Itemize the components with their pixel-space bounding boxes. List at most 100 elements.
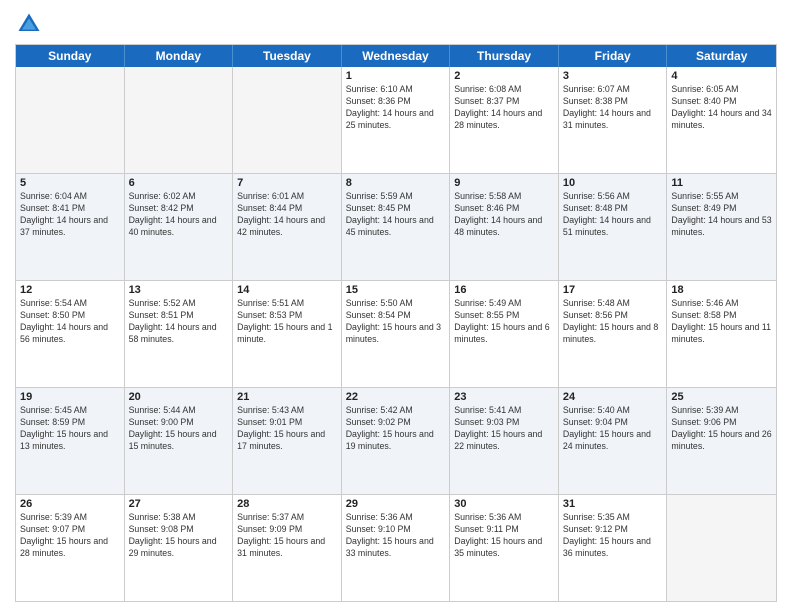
calendar-row: 1Sunrise: 6:10 AMSunset: 8:36 PMDaylight…: [16, 67, 776, 174]
cell-info: Sunrise: 6:02 AMSunset: 8:42 PMDaylight:…: [129, 191, 229, 239]
weekday-header: Sunday: [16, 45, 125, 67]
cell-info: Sunrise: 6:01 AMSunset: 8:44 PMDaylight:…: [237, 191, 337, 239]
calendar-cell: 14 Sunrise: 5:51 AMSunset: 8:53 PMDayligh…: [233, 281, 342, 387]
cell-info: Sunrise: 6:08 AMSunset: 8:37 PMDaylight:…: [454, 84, 554, 132]
calendar-cell: 30Sunrise: 5:36 AMSunset: 9:11 PMDayligh…: [450, 495, 559, 601]
day-number: 19: [20, 391, 120, 403]
cell-info: Sunrise: 5:52 AMSunset: 8:51 PMDaylight:…: [129, 298, 229, 346]
calendar-cell: 2 Sunrise: 6:08 AMSunset: 8:37 PMDaylight…: [450, 67, 559, 173]
day-number: 24: [563, 391, 663, 403]
weekday-header: Tuesday: [233, 45, 342, 67]
cell-info: Sunrise: 5:39 AMSunset: 9:06 PMDaylight:…: [671, 405, 772, 453]
cell-info: Sunrise: 5:42 AMSunset: 9:02 PMDaylight:…: [346, 405, 446, 453]
cell-info: Sunrise: 5:51 AMSunset: 8:53 PMDaylight:…: [237, 298, 337, 346]
calendar-cell: 26Sunrise: 5:39 AMSunset: 9:07 PMDayligh…: [16, 495, 125, 601]
cell-info: Sunrise: 5:55 AMSunset: 8:49 PMDaylight:…: [671, 191, 772, 239]
page: SundayMondayTuesdayWednesdayThursdayFrid…: [0, 0, 792, 612]
calendar-cell: 13 Sunrise: 5:52 AMSunset: 8:51 PMDayligh…: [125, 281, 234, 387]
calendar-cell: 3 Sunrise: 6:07 AMSunset: 8:38 PMDaylight…: [559, 67, 668, 173]
day-number: 14: [237, 284, 337, 296]
day-number: 31: [563, 498, 663, 510]
calendar-cell: 29 Sunrise: 5:36 AMSunset: 9:10 PMDayligh…: [342, 495, 451, 601]
day-number: 23: [454, 391, 554, 403]
calendar-cell: 21 Sunrise: 5:43 AMSunset: 9:01 PMDayligh…: [233, 388, 342, 494]
calendar-cell: 11Sunrise: 5:55 AMSunset: 8:49 PMDayligh…: [667, 174, 776, 280]
calendar-cell: 27 Sunrise: 5:38 AMSunset: 9:08 PMDayligh…: [125, 495, 234, 601]
day-number: 3: [563, 70, 663, 82]
cell-info: Sunrise: 5:45 AMSunset: 8:59 PMDaylight:…: [20, 405, 120, 453]
cell-info: Sunrise: 5:38 AMSunset: 9:08 PMDaylight:…: [129, 512, 229, 560]
day-number: 17: [563, 284, 663, 296]
logo-icon: [15, 10, 43, 38]
calendar: SundayMondayTuesdayWednesdayThursdayFrid…: [15, 44, 777, 602]
day-number: 28: [237, 498, 337, 510]
calendar-cell: [233, 67, 342, 173]
day-number: 21: [237, 391, 337, 403]
cell-info: Sunrise: 5:41 AMSunset: 9:03 PMDaylight:…: [454, 405, 554, 453]
calendar-cell: 22 Sunrise: 5:42 AMSunset: 9:02 PMDayligh…: [342, 388, 451, 494]
cell-info: Sunrise: 5:35 AMSunset: 9:12 PMDaylight:…: [563, 512, 663, 560]
day-number: 10: [563, 177, 663, 189]
day-number: 18: [671, 284, 772, 296]
calendar-cell: 16Sunrise: 5:49 AMSunset: 8:55 PMDayligh…: [450, 281, 559, 387]
logo: [15, 10, 47, 38]
cell-info: Sunrise: 5:59 AMSunset: 8:45 PMDaylight:…: [346, 191, 446, 239]
cell-info: Sunrise: 5:36 AMSunset: 9:10 PMDaylight:…: [346, 512, 446, 560]
calendar-cell: 24 Sunrise: 5:40 AMSunset: 9:04 PMDayligh…: [559, 388, 668, 494]
calendar-cell: 17 Sunrise: 5:48 AMSunset: 8:56 PMDayligh…: [559, 281, 668, 387]
cell-info: Sunrise: 5:50 AMSunset: 8:54 PMDaylight:…: [346, 298, 446, 346]
calendar-cell: 1Sunrise: 6:10 AMSunset: 8:36 PMDaylight…: [342, 67, 451, 173]
calendar-cell: 7 Sunrise: 6:01 AMSunset: 8:44 PMDaylight…: [233, 174, 342, 280]
day-number: 29: [346, 498, 446, 510]
weekday-header: Thursday: [450, 45, 559, 67]
day-number: 15: [346, 284, 446, 296]
day-number: 9: [454, 177, 554, 189]
cell-info: Sunrise: 5:43 AMSunset: 9:01 PMDaylight:…: [237, 405, 337, 453]
day-number: 25: [671, 391, 772, 403]
calendar-cell: [125, 67, 234, 173]
day-number: 7: [237, 177, 337, 189]
cell-info: Sunrise: 6:10 AMSunset: 8:36 PMDaylight:…: [346, 84, 446, 132]
cell-info: Sunrise: 5:54 AMSunset: 8:50 PMDaylight:…: [20, 298, 120, 346]
day-number: 4: [671, 70, 772, 82]
cell-info: Sunrise: 5:37 AMSunset: 9:09 PMDaylight:…: [237, 512, 337, 560]
cell-info: Sunrise: 5:48 AMSunset: 8:56 PMDaylight:…: [563, 298, 663, 346]
header: [15, 10, 777, 38]
calendar-cell: 25 Sunrise: 5:39 AMSunset: 9:06 PMDayligh…: [667, 388, 776, 494]
day-number: 27: [129, 498, 229, 510]
day-number: 13: [129, 284, 229, 296]
calendar-body: 1Sunrise: 6:10 AMSunset: 8:36 PMDaylight…: [16, 67, 776, 601]
cell-info: Sunrise: 5:39 AMSunset: 9:07 PMDaylight:…: [20, 512, 120, 560]
day-number: 2: [454, 70, 554, 82]
calendar-cell: 18 Sunrise: 5:46 AMSunset: 8:58 PMDayligh…: [667, 281, 776, 387]
calendar-cell: 23 Sunrise: 5:41 AMSunset: 9:03 PMDayligh…: [450, 388, 559, 494]
day-number: 30: [454, 498, 554, 510]
calendar-cell: 20Sunrise: 5:44 AMSunset: 9:00 PMDayligh…: [125, 388, 234, 494]
calendar-cell: 31 Sunrise: 5:35 AMSunset: 9:12 PMDayligh…: [559, 495, 668, 601]
calendar-cell: [16, 67, 125, 173]
calendar-cell: 15 Sunrise: 5:50 AMSunset: 8:54 PMDayligh…: [342, 281, 451, 387]
cell-info: Sunrise: 6:07 AMSunset: 8:38 PMDaylight:…: [563, 84, 663, 132]
day-number: 6: [129, 177, 229, 189]
cell-info: Sunrise: 5:56 AMSunset: 8:48 PMDaylight:…: [563, 191, 663, 239]
day-number: 8: [346, 177, 446, 189]
calendar-cell: 5Sunrise: 6:04 AMSunset: 8:41 PMDaylight…: [16, 174, 125, 280]
calendar-cell: 28 Sunrise: 5:37 AMSunset: 9:09 PMDayligh…: [233, 495, 342, 601]
cell-info: Sunrise: 5:44 AMSunset: 9:00 PMDaylight:…: [129, 405, 229, 453]
cell-info: Sunrise: 5:46 AMSunset: 8:58 PMDaylight:…: [671, 298, 772, 346]
calendar-cell: [667, 495, 776, 601]
calendar-cell: 4 Sunrise: 6:05 AMSunset: 8:40 PMDaylight…: [667, 67, 776, 173]
calendar-header: SundayMondayTuesdayWednesdayThursdayFrid…: [16, 45, 776, 67]
weekday-header: Wednesday: [342, 45, 451, 67]
day-number: 22: [346, 391, 446, 403]
day-number: 16: [454, 284, 554, 296]
calendar-cell: 8 Sunrise: 5:59 AMSunset: 8:45 PMDaylight…: [342, 174, 451, 280]
cell-info: Sunrise: 6:05 AMSunset: 8:40 PMDaylight:…: [671, 84, 772, 132]
weekday-header: Friday: [559, 45, 668, 67]
cell-info: Sunrise: 5:40 AMSunset: 9:04 PMDaylight:…: [563, 405, 663, 453]
calendar-cell: 6 Sunrise: 6:02 AMSunset: 8:42 PMDaylight…: [125, 174, 234, 280]
day-number: 12: [20, 284, 120, 296]
calendar-row: 19 Sunrise: 5:45 AMSunset: 8:59 PMDayligh…: [16, 388, 776, 495]
cell-info: Sunrise: 5:58 AMSunset: 8:46 PMDaylight:…: [454, 191, 554, 239]
calendar-cell: 9 Sunrise: 5:58 AMSunset: 8:46 PMDaylight…: [450, 174, 559, 280]
